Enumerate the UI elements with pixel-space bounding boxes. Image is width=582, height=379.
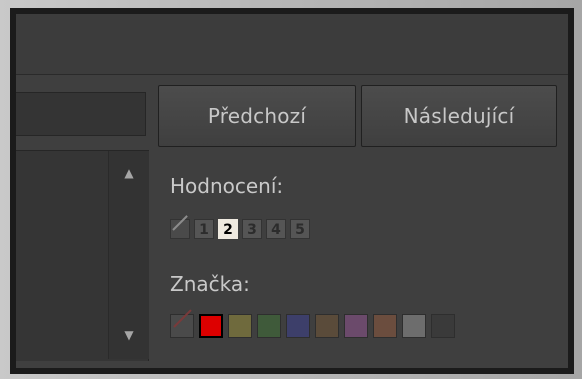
vertical-scrollbar[interactable]: ▲ ▼ (108, 151, 149, 359)
rating-label: Hodnocení: (170, 174, 284, 198)
scroll-down-icon[interactable]: ▼ (109, 323, 149, 347)
color-label-title: Značka: (170, 272, 250, 296)
rating-3[interactable]: 3 (242, 219, 262, 239)
rating-2[interactable]: 2 (218, 219, 238, 239)
scroll-up-icon[interactable]: ▲ (109, 161, 149, 185)
swatch-orange[interactable] (373, 314, 397, 338)
rating-4[interactable]: 4 (266, 219, 286, 239)
swatch-green[interactable] (257, 314, 281, 338)
search-input[interactable] (16, 92, 146, 136)
swatch-gray[interactable] (402, 314, 426, 338)
swatch-dark[interactable] (431, 314, 455, 338)
rating-selector: 1 2 3 4 5 (170, 219, 310, 239)
swatch-red[interactable] (199, 314, 223, 338)
color-swatch-row (170, 314, 455, 338)
rating-1[interactable]: 1 (194, 219, 214, 239)
swatch-yellow[interactable] (228, 314, 252, 338)
rating-clear-icon[interactable] (170, 219, 190, 239)
swatch-purple[interactable] (344, 314, 368, 338)
swatch-brown[interactable] (315, 314, 339, 338)
swatch-blue[interactable] (286, 314, 310, 338)
next-button[interactable]: Následující (361, 85, 557, 147)
header-strip (16, 14, 568, 75)
swatch-none-icon[interactable] (170, 314, 194, 338)
rating-5[interactable]: 5 (290, 219, 310, 239)
main-panel: ▲ ▼ Předchozí Následující Hodnocení: 1 2… (16, 14, 568, 368)
previous-button[interactable]: Předchozí (158, 85, 356, 147)
